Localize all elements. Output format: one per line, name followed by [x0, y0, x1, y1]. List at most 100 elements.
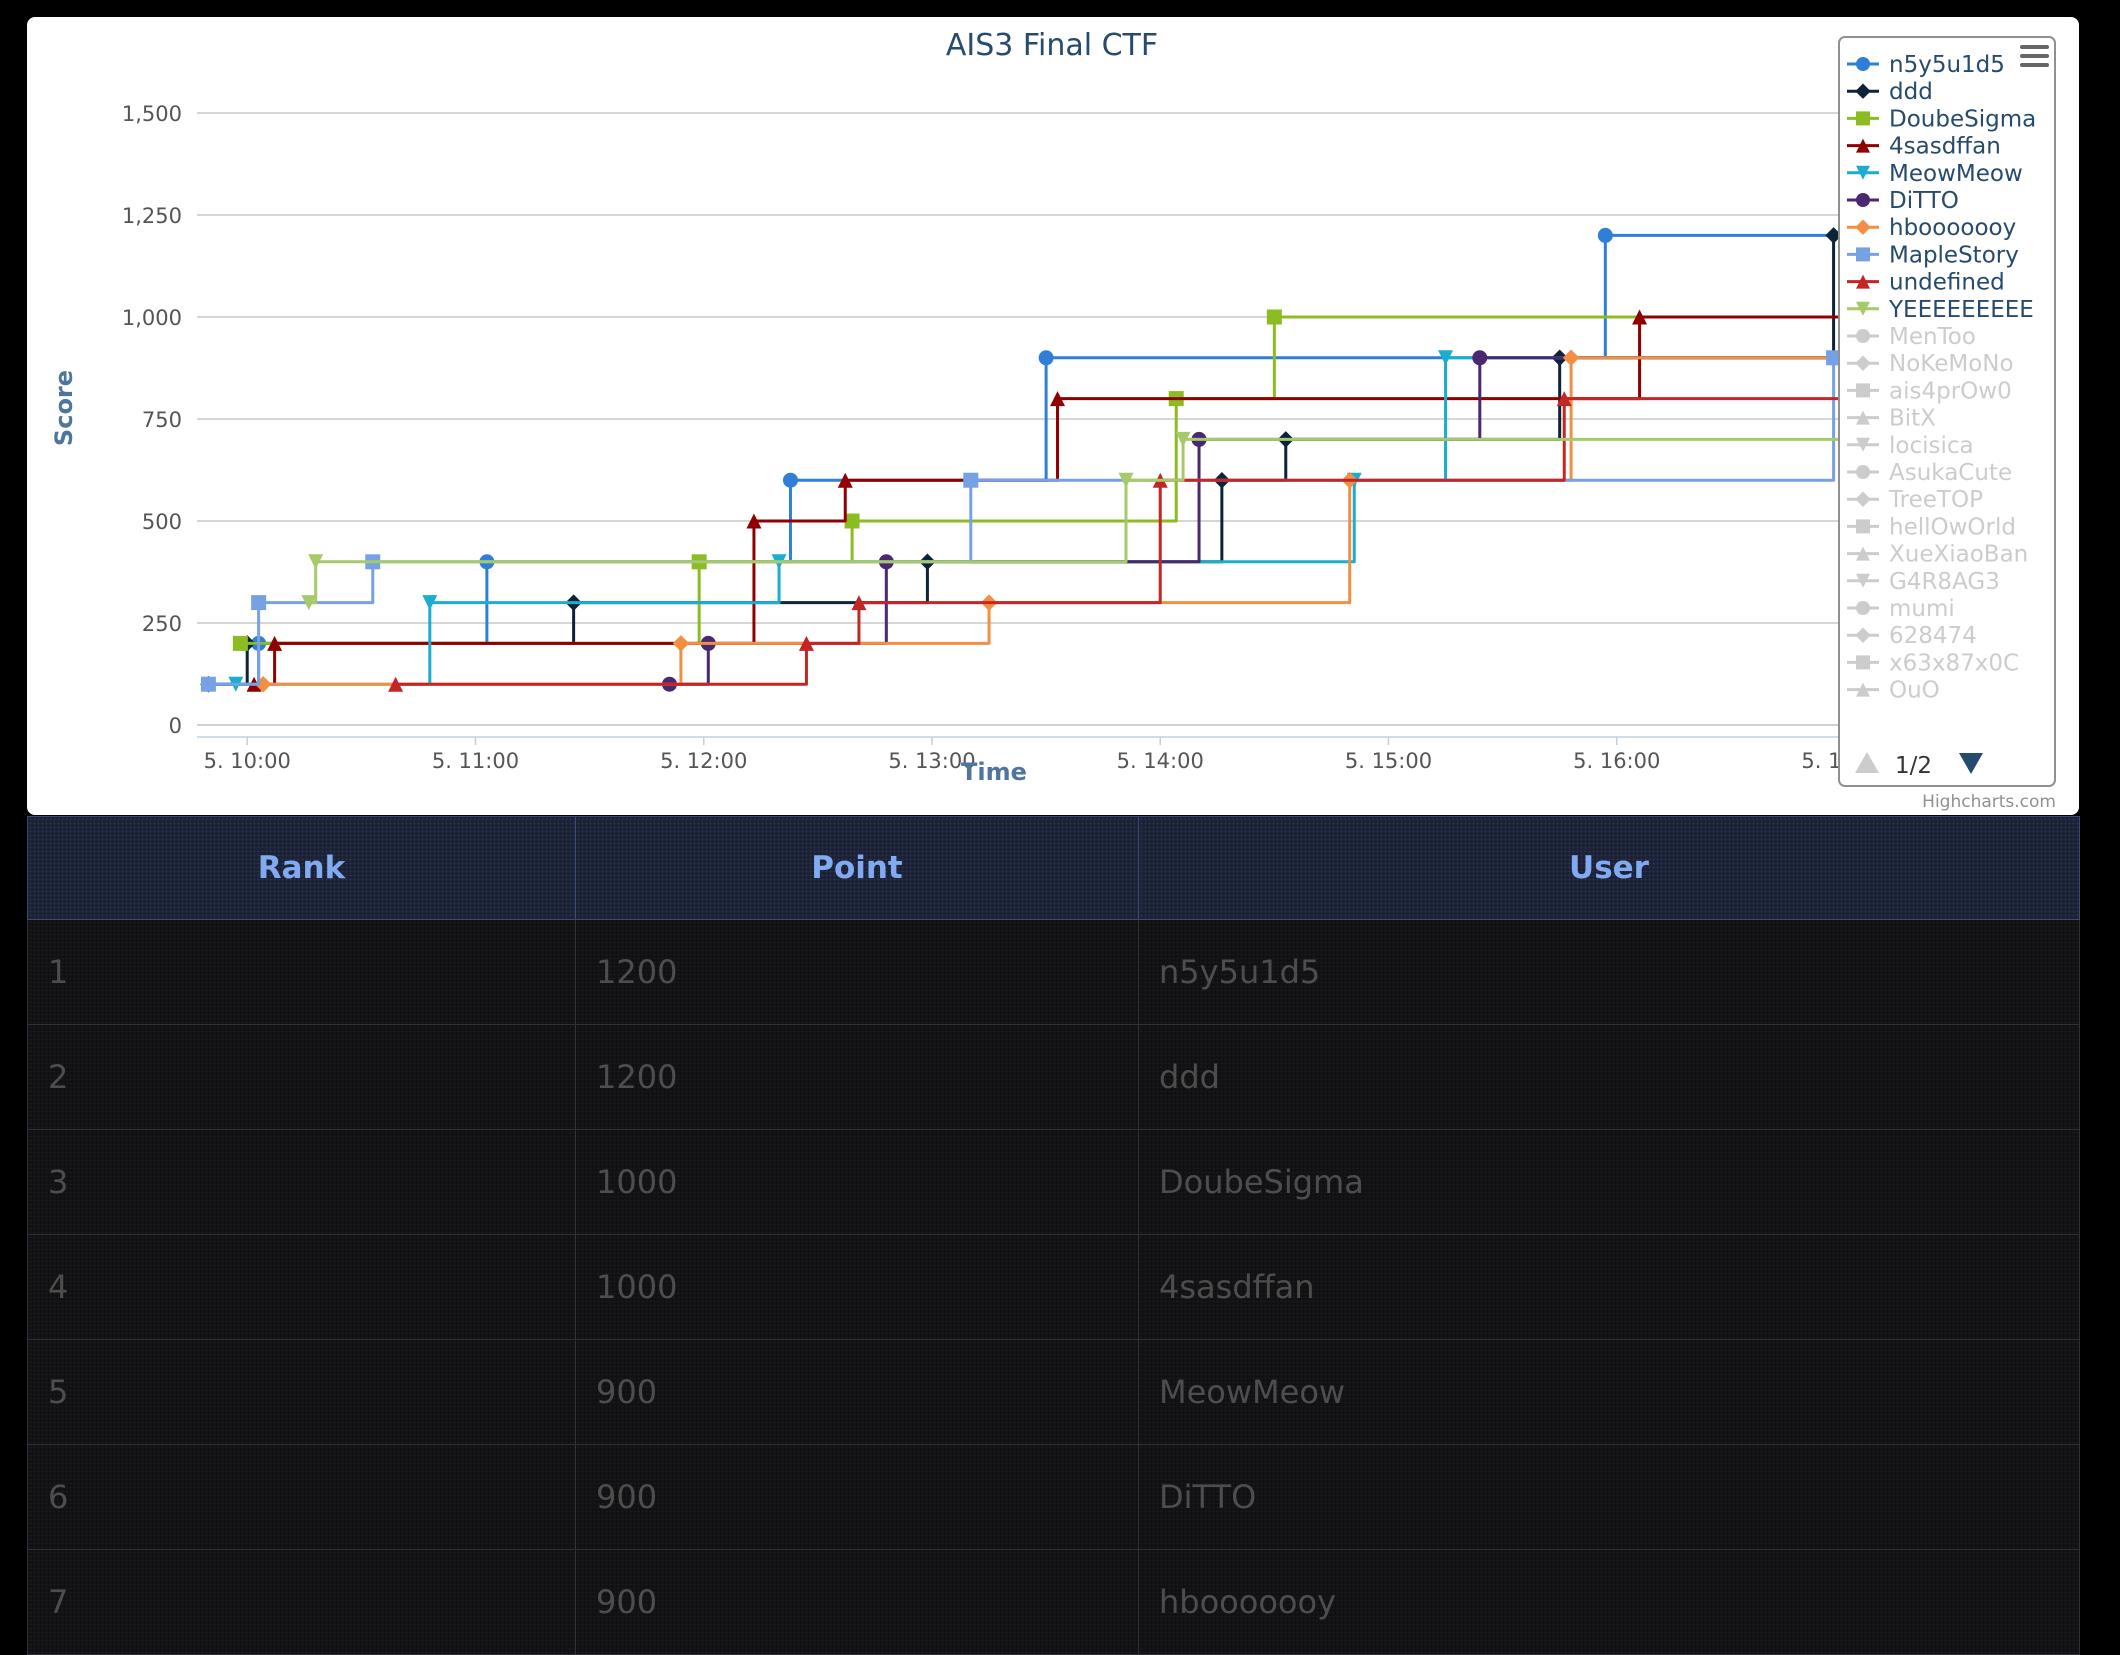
- data-point[interactable]: [1597, 227, 1613, 243]
- legend-label: hbooooooy: [1889, 215, 2016, 241]
- series-line[interactable]: [208, 233, 1845, 686]
- legend-label: 628474: [1889, 623, 1977, 649]
- user-cell: hbooooooy: [1138, 1549, 2080, 1655]
- data-point[interactable]: [251, 595, 267, 611]
- data-point[interactable]: [963, 472, 979, 488]
- x-tick-label: 5. 16:00: [1573, 749, 1660, 773]
- x-tick-label: 5. 10:00: [204, 749, 291, 773]
- rank-cell: 1: [27, 919, 576, 1025]
- legend-label: TreeTOP: [1888, 487, 1983, 513]
- score-chart-card: 0 250 500 750 1,000 1,250 1,500 5. 10:00 5. 11:0…: [27, 17, 2079, 815]
- legend-label: mumi: [1889, 596, 1955, 622]
- legend-marker: [1856, 383, 1870, 398]
- rank-cell: 2: [27, 1024, 576, 1130]
- y-axis-title: Score: [50, 370, 78, 446]
- user-cell: DoubeSigma: [1138, 1129, 2080, 1235]
- legend-label: MenToo: [1889, 324, 1976, 350]
- series-line[interactable]: [208, 233, 1845, 686]
- point-cell: 1000: [575, 1129, 1139, 1235]
- x-tick-label: 5. 11:00: [432, 749, 519, 773]
- y-tick-label: 500: [142, 510, 182, 534]
- score-chart: 0 250 500 750 1,000 1,250 1,500 5. 10:00 5. 11:0…: [50, 28, 2056, 812]
- y-tick-label: 750: [142, 408, 182, 432]
- legend-label: AsukaCute: [1889, 460, 2012, 486]
- data-point[interactable]: [1562, 349, 1580, 367]
- data-point[interactable]: [844, 513, 860, 529]
- hamburger-menu-icon[interactable]: [2017, 41, 2051, 75]
- legend-marker: [1856, 111, 1870, 126]
- user-cell: 4sasdffan: [1138, 1234, 2080, 1340]
- legend-marker: [1856, 329, 1870, 343]
- y-tick-label: 250: [142, 612, 182, 636]
- legend-marker: [1856, 655, 1870, 670]
- credits-link[interactable]: Highcharts.com: [1922, 792, 2056, 812]
- point-cell: 900: [575, 1444, 1139, 1550]
- legend-marker: [1856, 465, 1870, 479]
- x-axis-title: Time: [961, 758, 1027, 786]
- legend-marker: [1856, 193, 1870, 207]
- point-cell: 1200: [575, 1024, 1139, 1130]
- user-column-header[interactable]: User: [1138, 816, 2080, 920]
- series-n5y5u1d5: [200, 227, 1845, 692]
- rank-cell: 4: [27, 1234, 576, 1340]
- data-point[interactable]: [1266, 309, 1282, 325]
- table-row: 1 1200 n5y5u1d5: [27, 919, 2080, 1025]
- rank-cell: 7: [27, 1549, 576, 1655]
- x-tick-label: 5. 14:00: [1117, 749, 1204, 773]
- series-line[interactable]: [395, 397, 1845, 686]
- legend-page-indicator: 1/2: [1895, 753, 1932, 779]
- x-tick-label: 5. 15:00: [1345, 749, 1432, 773]
- user-cell: ddd: [1138, 1024, 2080, 1130]
- data-point[interactable]: [232, 635, 248, 651]
- rank-cell: 5: [27, 1339, 576, 1445]
- legend-label: XueXiaoBan: [1889, 542, 2028, 568]
- table-row: 4 1000 4sasdffan: [27, 1234, 2080, 1340]
- legend-marker: [1856, 57, 1870, 71]
- legend-label: hellOwOrld: [1889, 514, 2016, 540]
- y-tick-label: 1,000: [122, 306, 182, 330]
- data-point[interactable]: [200, 676, 216, 692]
- table-header-row: Rank Point User: [27, 816, 2080, 920]
- y-tick-label: 0: [169, 714, 182, 738]
- rank-cell: 6: [27, 1444, 576, 1550]
- legend-label: G4R8AG3: [1889, 569, 2000, 595]
- table-row: 2 1200 ddd: [27, 1024, 2080, 1130]
- y-tick-label: 1,500: [122, 102, 182, 126]
- legend-label: locisica: [1889, 433, 1974, 459]
- legend-label: 4sasdffan: [1889, 134, 2001, 160]
- data-point[interactable]: [782, 472, 798, 488]
- legend-label: ddd: [1889, 79, 1933, 105]
- table-row: 5 900 MeowMeow: [27, 1339, 2080, 1445]
- point-column-header[interactable]: Point: [575, 816, 1139, 920]
- point-cell: 1000: [575, 1234, 1139, 1340]
- scoreboard-table: Rank Point User 1 1200 n5y5u1d5 2 1200 d…: [27, 816, 2080, 1655]
- x-tick-label: 5. 12:00: [660, 749, 747, 773]
- legend-label: x63x87x0C: [1889, 650, 2019, 676]
- rank-column-header[interactable]: Rank: [27, 816, 576, 920]
- series-undefined: [388, 391, 1845, 692]
- legend-label: NoKeMoNo: [1889, 351, 2014, 377]
- legend-marker: [1856, 601, 1870, 615]
- data-point[interactable]: [1038, 350, 1054, 366]
- chart-title: AIS3 Final CTF: [946, 28, 1158, 63]
- point-cell: 900: [575, 1549, 1139, 1655]
- legend-marker: [1856, 247, 1870, 262]
- point-cell: 900: [575, 1339, 1139, 1445]
- user-cell: n5y5u1d5: [1138, 919, 2080, 1025]
- chart-axes: 0 250 500 750 1,000 1,250 1,500 5. 10:00 5. 11:0…: [122, 102, 1889, 773]
- legend-label: DoubeSigma: [1889, 106, 2036, 132]
- table-row: 3 1000 DoubeSigma: [27, 1129, 2080, 1235]
- legend-label: n5y5u1d5: [1889, 52, 2005, 78]
- legend-label: MeowMeow: [1889, 161, 2023, 187]
- data-point[interactable]: [1472, 350, 1488, 366]
- legend-label: DiTTO: [1889, 188, 1959, 214]
- chart-grid: [197, 112, 1845, 726]
- chart-legend: n5y5u1d5dddDoubeSigma4sasdffanMeowMeowDi…: [1838, 36, 2056, 787]
- point-cell: 1200: [575, 919, 1139, 1025]
- user-cell: DiTTO: [1138, 1444, 2080, 1550]
- table-row: 6 900 DiTTO: [27, 1444, 2080, 1550]
- user-cell: MeowMeow: [1138, 1339, 2080, 1445]
- series-line[interactable]: [254, 315, 1845, 686]
- data-point[interactable]: [672, 635, 690, 652]
- table-row: 7 900 hbooooooy: [27, 1549, 2080, 1655]
